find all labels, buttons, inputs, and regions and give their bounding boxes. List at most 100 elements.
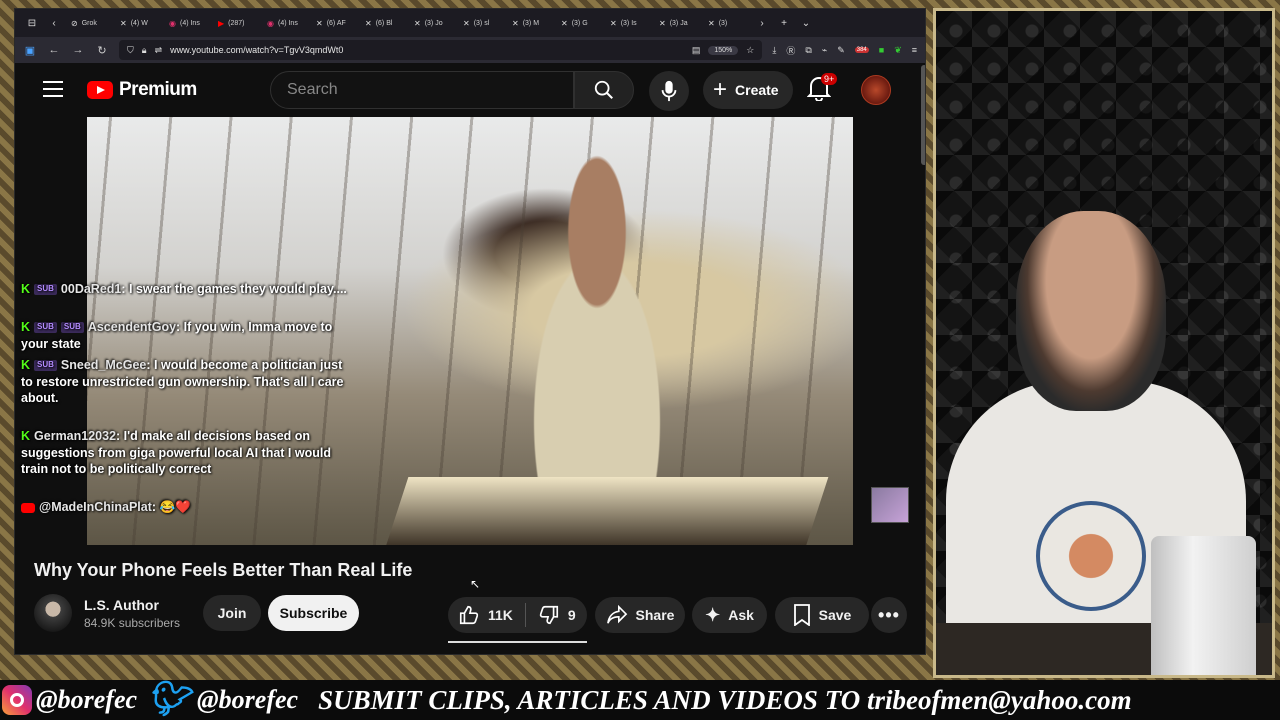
more-actions-button[interactable]: •••: [871, 597, 907, 633]
grok-icon: ⊘: [71, 18, 78, 28]
url-text[interactable]: www.youtube.com/watch?v=TgvV3qmdWt0: [170, 45, 684, 55]
browser-tab[interactable]: ✕ (3) M: [506, 12, 555, 34]
extension-puzzle-icon[interactable]: ⧉: [805, 45, 811, 56]
create-button[interactable]: + Create: [703, 71, 793, 109]
lock-icon[interactable]: 🔒︎: [142, 45, 147, 56]
guide-menu-icon[interactable]: [43, 81, 63, 102]
browser-tab[interactable]: ✕ (3) Is: [604, 12, 653, 34]
browser-tab[interactable]: ◉ (4) Ins: [163, 12, 212, 34]
browser-tab[interactable]: ✕ (3) sl: [457, 12, 506, 34]
browser-tab-active[interactable]: ✕ (3): [702, 12, 751, 34]
video-frame-book: [385, 477, 829, 545]
sub-badge: SUB: [34, 284, 57, 295]
sidebar-toggle-icon[interactable]: ▣: [23, 44, 37, 57]
browser-window: ⊟ ‹ ⊘ Grok ✕ (4) W ◉ (4) Ins ▶ (287) ◉ (4) In…: [14, 8, 926, 655]
x-icon: ✕: [365, 18, 372, 28]
browser-tab[interactable]: ✕ (6) AF: [310, 12, 359, 34]
youtube-premium-logo[interactable]: Premium: [87, 79, 197, 101]
like-button[interactable]: 11K: [458, 603, 526, 627]
address-bar[interactable]: ⛉ 🔒︎ ⇌ www.youtube.com/watch?v=TgvV3qmdW…: [119, 40, 763, 60]
chat-username: Sneed_McGee: [60, 358, 147, 372]
channel-avatar[interactable]: [34, 594, 72, 632]
like-ratio-bar: [448, 641, 587, 643]
voice-search-button[interactable]: [649, 71, 689, 111]
join-button[interactable]: Join: [203, 595, 261, 631]
browser-tab[interactable]: ✕ (3) Ja: [653, 12, 702, 34]
chat-message: K SUB 00DaRed1: I swear the games they wou…: [21, 281, 351, 298]
search-box[interactable]: [270, 71, 574, 109]
x-icon: ✕: [512, 18, 519, 28]
back-icon[interactable]: ←: [47, 44, 61, 56]
like-dislike-bar: 11K 9: [448, 597, 587, 633]
more-horizontal-icon: •••: [878, 604, 900, 625]
browser-tab[interactable]: ✕ (4) W: [114, 12, 163, 34]
browser-tab[interactable]: ⊘ Grok: [65, 12, 114, 34]
ask-label: Ask: [728, 607, 754, 623]
toolbar-extensions: ⤓ Ⓡ ⧉ ⌁ ✎ 384 ■ ❦ ≡: [772, 44, 917, 57]
browser-tab[interactable]: ✕ (3) G: [555, 12, 604, 34]
reader-mode-icon[interactable]: ▤: [692, 45, 701, 56]
extension-sync-icon[interactable]: ⌁: [822, 45, 827, 56]
like-count: 11K: [488, 607, 513, 623]
x-icon: ✕: [316, 18, 323, 28]
bookmark-star-icon[interactable]: ☆: [746, 45, 754, 56]
extension-green-icon[interactable]: ■: [879, 45, 884, 55]
search-input[interactable]: [287, 81, 573, 99]
permissions-icon[interactable]: ⇌: [155, 45, 163, 56]
tab-strip: ⊟ ‹ ⊘ Grok ✕ (4) W ◉ (4) Ins ▶ (287) ◉ (4) In…: [15, 9, 925, 37]
subscribe-button[interactable]: Subscribe: [268, 595, 359, 631]
youtube-play-logo-icon: [87, 81, 113, 99]
chat-username: AscendentGoy: [87, 320, 177, 334]
microphone-icon: [661, 80, 677, 102]
tab-list-icon[interactable]: ⊟: [21, 18, 43, 29]
twitter-bird-icon: 🐦︎: [147, 681, 191, 718]
save-button[interactable]: Save: [775, 597, 869, 633]
instagram-icon: ◉: [267, 18, 274, 28]
chat-message: K SUB Sneed_McGee: I would become a politi…: [21, 357, 351, 407]
chat-username: German12032: [34, 429, 117, 443]
extension-leaf-icon[interactable]: ❦: [894, 45, 902, 56]
app-menu-icon[interactable]: ≡: [912, 45, 917, 55]
page-scrollbar[interactable]: [921, 65, 925, 165]
mouse-cursor-icon: ↖: [470, 577, 481, 591]
reload-icon[interactable]: ↻: [95, 44, 109, 57]
browser-tab[interactable]: ✕ (3) Jo: [408, 12, 457, 34]
browser-tab[interactable]: ✕ (6) Bl: [359, 12, 408, 34]
x-icon: ✕: [414, 18, 421, 28]
tab-dropdown-icon[interactable]: ⌄: [795, 18, 817, 29]
kick-icon: K: [21, 429, 31, 443]
dislike-button[interactable]: 9: [526, 604, 576, 626]
extension-badge[interactable]: 384: [854, 47, 869, 53]
tab-scroll-right-icon[interactable]: ›: [751, 18, 773, 29]
share-button[interactable]: Share: [595, 597, 685, 633]
tab-scroll-left-icon[interactable]: ‹: [43, 18, 65, 29]
shield-icon[interactable]: ⛉: [127, 45, 134, 56]
thumbs-up-icon: [459, 605, 479, 625]
notifications-badge: 9+: [821, 73, 838, 85]
extension-r-icon[interactable]: Ⓡ: [786, 44, 795, 57]
video-title: Why Your Phone Feels Better Than Real Li…: [34, 560, 413, 580]
browser-tab[interactable]: ▶ (287): [212, 12, 261, 34]
forward-icon[interactable]: →: [71, 44, 85, 56]
sub-badge: SUB: [34, 322, 57, 333]
search-button[interactable]: [574, 71, 634, 109]
kick-icon: K: [21, 282, 31, 296]
thumbs-down-icon: [539, 605, 558, 625]
zoom-level[interactable]: 150%: [708, 45, 739, 55]
chat-message: @MadeInChinaPlat: 😂❤️: [21, 499, 351, 516]
save-label: Save: [818, 607, 852, 623]
browser-tab[interactable]: ◉ (4) Ins: [261, 12, 310, 34]
x-icon: ✕: [708, 18, 715, 28]
channel-name[interactable]: L.S. Author: [84, 597, 159, 613]
share-arrow-icon: [606, 605, 627, 624]
x-icon: ✕: [610, 18, 617, 28]
extension-pen-icon[interactable]: ✎: [837, 45, 845, 56]
notifications-button[interactable]: 9+: [806, 73, 838, 103]
new-tab-icon[interactable]: +: [773, 18, 795, 29]
ask-button[interactable]: ✦ Ask: [692, 597, 767, 633]
instagram-icon: ◉: [169, 18, 176, 28]
tumbler-cup: [1151, 536, 1256, 675]
account-avatar[interactable]: [861, 75, 891, 105]
video-frame-subject: [487, 137, 707, 517]
downloads-icon[interactable]: ⤓: [772, 45, 776, 56]
